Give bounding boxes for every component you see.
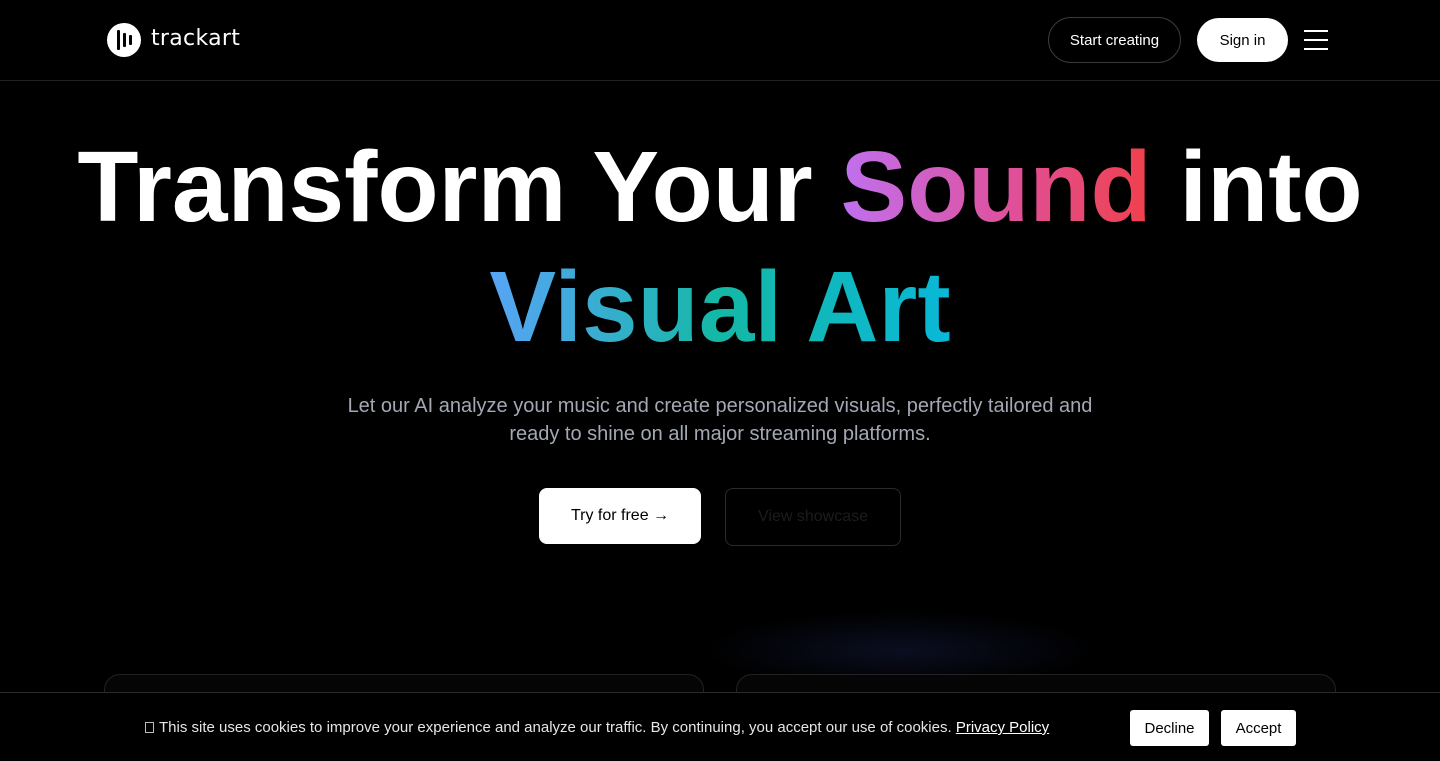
brand-logo[interactable]: trackart [107,23,240,57]
site-header: trackart Start creating Sign in [0,0,1440,81]
soundbars-logo-icon [107,23,141,57]
cookie-icon [145,722,154,733]
try-for-free-button[interactable]: Try for free → [539,488,701,544]
hero-title-highlight: Sound [840,131,1152,243]
hero-subtitle-line-2: ready to shine on all major streaming pl… [509,423,931,445]
hamburger-menu-icon[interactable] [1304,30,1328,50]
privacy-policy-link[interactable]: Privacy Policy [956,719,1049,736]
hero-title-line-1: Transform Your Sound into [0,137,1440,237]
hero-title-visual-art: Visual Art [489,251,951,363]
decline-cookies-button[interactable]: Decline [1130,710,1209,746]
view-showcase-button[interactable]: View showcase [725,488,901,546]
hero-title-suffix: into [1151,131,1363,243]
hero-title-prefix: Transform Your [77,131,841,243]
hero-title-line-2: Visual Art [0,257,1440,357]
cookie-message-text: This site uses cookies to improve your e… [159,719,956,736]
cookie-banner: This site uses cookies to improve your e… [0,692,1440,761]
accept-cookies-button[interactable]: Accept [1221,710,1296,746]
start-creating-button[interactable]: Start creating [1048,17,1181,63]
hero-subtitle-line-1: Let our AI analyze your music and create… [347,395,1093,417]
hero-subtitle: Let our AI analyze your music and create… [320,392,1120,448]
cookie-message: This site uses cookies to improve your e… [145,719,1049,736]
brand-name: trackart [151,25,241,51]
sign-in-button[interactable]: Sign in [1197,18,1288,62]
